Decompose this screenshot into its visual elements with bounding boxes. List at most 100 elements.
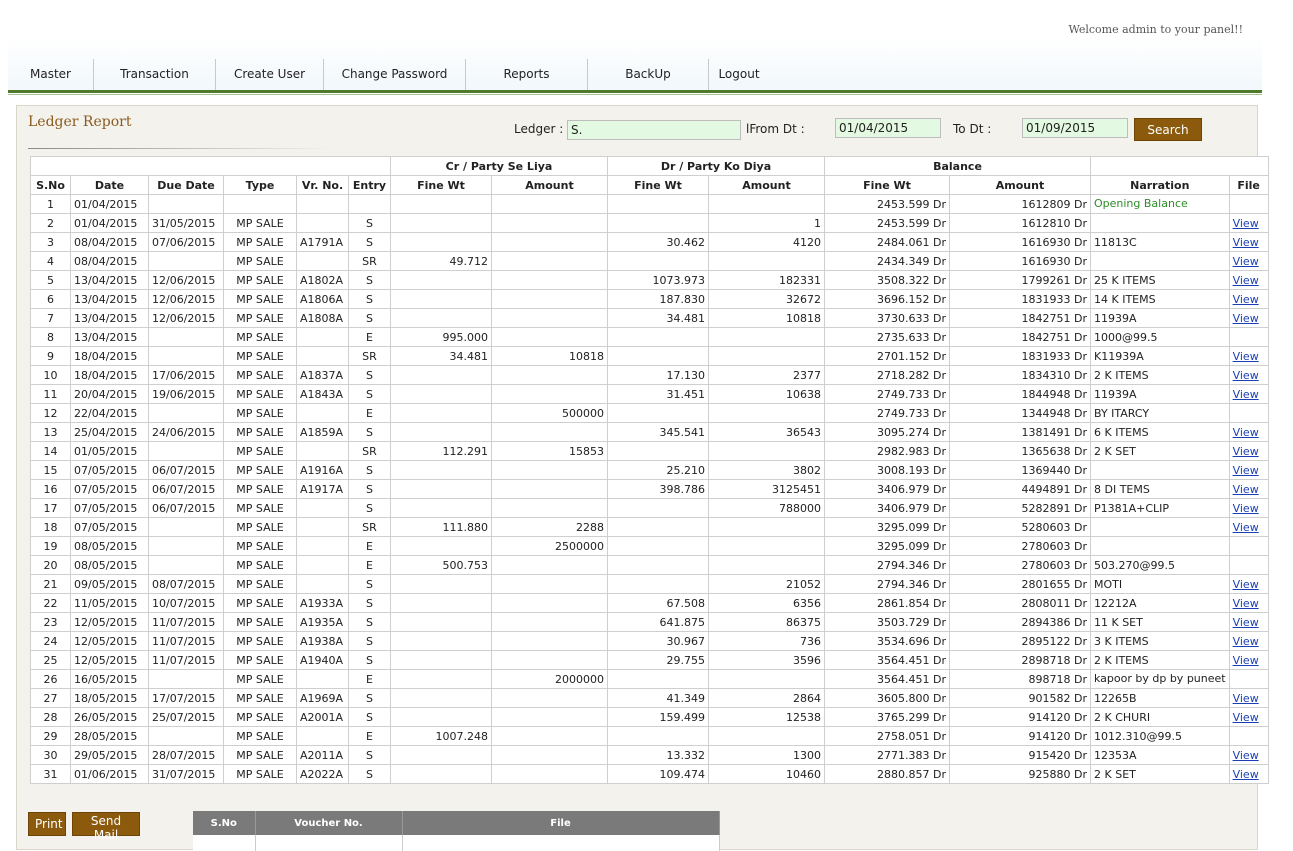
view-link[interactable]: View bbox=[1233, 597, 1259, 610]
cell-dr-fine-wt bbox=[607, 346, 709, 366]
cell-dr-amount bbox=[708, 555, 825, 575]
cell-cr-amount bbox=[491, 479, 608, 499]
cell-bal-fine-wt: 3095.274 Dr bbox=[824, 422, 950, 442]
cell-dr-fine-wt bbox=[607, 517, 709, 537]
view-link[interactable]: View bbox=[1233, 483, 1259, 496]
cell-dr-fine-wt bbox=[607, 574, 709, 594]
cell-dr-fine-wt: 30.462 bbox=[607, 232, 709, 252]
cell-dr-fine-wt: 25.210 bbox=[607, 460, 709, 480]
cell-cr-amount bbox=[491, 308, 608, 328]
view-link[interactable]: View bbox=[1233, 464, 1259, 477]
view-link[interactable]: View bbox=[1233, 711, 1259, 724]
cell-dr-amount: 736 bbox=[708, 631, 825, 651]
cell-entry: S bbox=[348, 232, 391, 252]
cell-entry bbox=[348, 194, 391, 214]
view-link[interactable]: View bbox=[1233, 768, 1259, 781]
view-link[interactable]: View bbox=[1233, 502, 1259, 515]
ledger-input[interactable] bbox=[567, 120, 741, 140]
nav-transaction[interactable]: Transaction bbox=[94, 59, 216, 91]
send-mail-button[interactable]: Send Mail bbox=[72, 812, 140, 842]
view-link[interactable]: View bbox=[1233, 217, 1259, 230]
cell-date: 01/06/2015 bbox=[70, 764, 149, 784]
cell-bal-amount: 1831933 Dr bbox=[949, 289, 1091, 309]
nav-change-password[interactable]: Change Password bbox=[324, 59, 466, 91]
view-link[interactable]: View bbox=[1233, 635, 1259, 648]
cell-vr-no: A2011A bbox=[296, 745, 349, 765]
view-link[interactable]: View bbox=[1233, 293, 1259, 306]
cell-date: 07/05/2015 bbox=[70, 517, 149, 537]
col-header-type: Type bbox=[223, 175, 297, 195]
cell-type: MP SALE bbox=[223, 232, 297, 252]
cell-entry: S bbox=[348, 479, 391, 499]
table-row: 30 29/05/2015 28/07/2015 MP SALE A2011A S 13.3… bbox=[30, 745, 1269, 765]
view-link[interactable]: View bbox=[1233, 350, 1259, 363]
cell-due-date: 17/06/2015 bbox=[148, 365, 224, 385]
cell-type: MP SALE bbox=[223, 384, 297, 404]
view-link[interactable]: View bbox=[1233, 369, 1259, 382]
cell-cr-fine-wt bbox=[390, 593, 492, 613]
cell-due-date: 11/07/2015 bbox=[148, 631, 224, 651]
cell-dr-amount: 788000 bbox=[708, 498, 825, 518]
view-link[interactable]: View bbox=[1233, 274, 1259, 287]
view-link[interactable]: View bbox=[1233, 749, 1259, 762]
cell-bal-amount: 2801655 Dr bbox=[949, 574, 1091, 594]
table-row: 24 12/05/2015 11/07/2015 MP SALE A1938A S 30.9… bbox=[30, 631, 1269, 651]
cell-type: MP SALE bbox=[223, 441, 297, 461]
table-row: 6 13/04/2015 12/06/2015 MP SALE A1806A S 187.8… bbox=[30, 289, 1269, 309]
cell-due-date bbox=[148, 555, 224, 575]
view-link[interactable]: View bbox=[1233, 388, 1259, 401]
cell-entry: S bbox=[348, 612, 391, 632]
cell-file bbox=[1228, 536, 1269, 556]
cell-bal-amount: 5280603 Dr bbox=[949, 517, 1091, 537]
cell-narration bbox=[1090, 517, 1230, 537]
search-button[interactable]: Search bbox=[1134, 118, 1202, 141]
cell-bal-amount: 4494891 Dr bbox=[949, 479, 1091, 499]
nav-master[interactable]: Master bbox=[8, 59, 94, 91]
nav-logout[interactable]: Logout bbox=[709, 59, 769, 91]
column-header-row: S.No Date Due Date Type Vr. No. Entry Fine Wt A… bbox=[30, 175, 1269, 195]
view-link[interactable]: View bbox=[1233, 445, 1259, 458]
cell-dr-amount bbox=[708, 536, 825, 556]
cell-file: View bbox=[1228, 517, 1269, 537]
cell-dr-amount bbox=[708, 517, 825, 537]
table-row: 10 18/04/2015 17/06/2015 MP SALE A1837A S 17.1… bbox=[30, 365, 1269, 385]
view-link[interactable]: View bbox=[1233, 236, 1259, 249]
view-link[interactable]: View bbox=[1233, 255, 1259, 268]
cell-due-date bbox=[148, 536, 224, 556]
table-row: 28 26/05/2015 25/07/2015 MP SALE A2001A S 159.… bbox=[30, 707, 1269, 727]
cell-bal-amount: 2898718 Dr bbox=[949, 650, 1091, 670]
cell-narration: P1381A+CLIP bbox=[1090, 498, 1230, 518]
view-link[interactable]: View bbox=[1233, 616, 1259, 629]
view-link[interactable]: View bbox=[1233, 578, 1259, 591]
cell-type: MP SALE bbox=[223, 460, 297, 480]
view-link[interactable]: View bbox=[1233, 692, 1259, 705]
view-link[interactable]: View bbox=[1233, 654, 1259, 667]
cell-bal-amount: 1844948 Dr bbox=[949, 384, 1091, 404]
cell-type: MP SALE bbox=[223, 422, 297, 442]
cell-sno: 25 bbox=[30, 650, 71, 670]
cell-date: 18/04/2015 bbox=[70, 346, 149, 366]
view-link[interactable]: View bbox=[1233, 312, 1259, 325]
nav-reports[interactable]: Reports bbox=[466, 59, 588, 91]
cell-cr-fine-wt bbox=[390, 403, 492, 423]
cell-type: MP SALE bbox=[223, 650, 297, 670]
to-date-input[interactable] bbox=[1022, 118, 1128, 138]
view-link[interactable]: View bbox=[1233, 521, 1259, 534]
cell-dr-fine-wt: 67.508 bbox=[607, 593, 709, 613]
nav-backup[interactable]: BackUp bbox=[588, 59, 709, 91]
view-link[interactable]: View bbox=[1233, 426, 1259, 439]
cell-narration: 8 DI TEMS bbox=[1090, 479, 1230, 499]
files-header-row: S.No Voucher No. File bbox=[193, 811, 720, 835]
cell-vr-no bbox=[296, 346, 349, 366]
cell-cr-amount bbox=[491, 289, 608, 309]
cell-file: View bbox=[1228, 384, 1269, 404]
cell-cr-amount bbox=[491, 384, 608, 404]
cell-dr-amount: 10460 bbox=[708, 764, 825, 784]
nav-create-user[interactable]: Create User bbox=[216, 59, 324, 91]
print-button[interactable]: Print bbox=[28, 812, 66, 836]
cell-cr-fine-wt bbox=[390, 460, 492, 480]
col-header-dr-amount: Amount bbox=[708, 175, 825, 195]
from-date-input[interactable] bbox=[835, 118, 941, 138]
cell-entry: E bbox=[348, 536, 391, 556]
cell-cr-amount: 2000000 bbox=[491, 669, 608, 689]
